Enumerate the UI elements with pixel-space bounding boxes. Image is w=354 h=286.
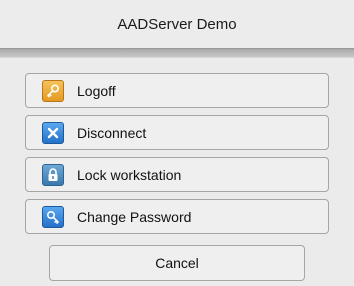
close-icon bbox=[42, 121, 64, 144]
title-bar: AADServer Demo bbox=[0, 0, 354, 48]
action-panel: Logoff Disconnect Lock workstation Chang… bbox=[0, 58, 354, 286]
disconnect-label: Disconnect bbox=[77, 124, 147, 141]
key-icon bbox=[42, 79, 64, 102]
logoff-button[interactable]: Logoff bbox=[25, 73, 329, 108]
lock-workstation-label: Lock workstation bbox=[77, 166, 182, 183]
disconnect-button[interactable]: Disconnect bbox=[25, 115, 329, 150]
lock-workstation-button[interactable]: Lock workstation bbox=[25, 157, 329, 192]
cancel-button[interactable]: Cancel bbox=[49, 245, 305, 281]
window-title: AADServer Demo bbox=[117, 15, 237, 33]
password-key-icon bbox=[42, 205, 64, 228]
title-separator bbox=[0, 48, 354, 58]
change-password-label: Change Password bbox=[77, 208, 192, 225]
logoff-label: Logoff bbox=[77, 82, 116, 99]
lock-icon bbox=[42, 163, 64, 186]
change-password-button[interactable]: Change Password bbox=[25, 199, 329, 234]
